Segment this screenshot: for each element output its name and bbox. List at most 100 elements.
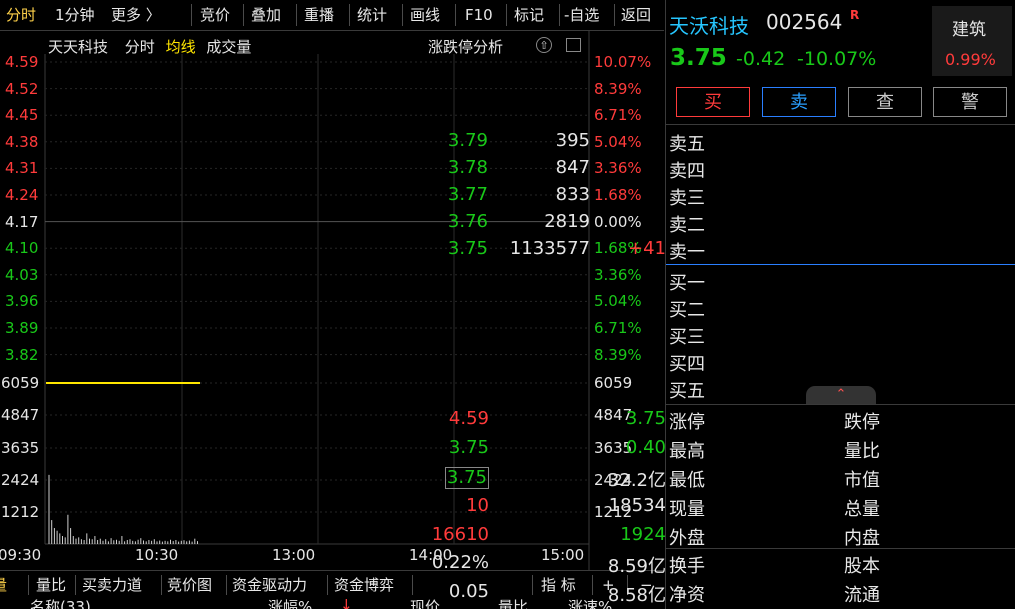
- pct-tick-label: 10.07%: [594, 53, 652, 71]
- volume-tick-label: 4847: [1, 406, 40, 424]
- tab-1min[interactable]: 1分钟: [55, 4, 95, 26]
- stock-name-text: 天沃科技: [669, 14, 749, 38]
- auction-button[interactable]: 竞价: [200, 4, 230, 26]
- stat-value: 10: [466, 495, 489, 516]
- sector-pct: 0.99%: [945, 50, 996, 69]
- pct-tick-label: 3.36%: [594, 265, 642, 284]
- price-tick-label: 4.10: [5, 239, 39, 258]
- stats-button[interactable]: 统计: [357, 4, 387, 26]
- col-speed: 涨速%: [568, 598, 613, 609]
- col-name: 名称(33): [30, 598, 91, 609]
- buy-level-label: 买三: [669, 327, 705, 348]
- buy-level-label: 买五: [669, 381, 705, 402]
- sell-level-volume: 1133577: [509, 238, 590, 259]
- quote-panel: 天沃科技 002564 R 建筑 0.99% 3.75 -0.42 -10.07…: [432, 0, 1015, 609]
- draw-line-button[interactable]: 画线: [410, 4, 440, 26]
- pct-tick-label: 5.04%: [594, 292, 642, 311]
- stat-value: 8.58亿: [607, 585, 666, 606]
- stat-label: 净资: [669, 585, 705, 606]
- volume-tick-label: 6059: [1, 374, 40, 392]
- stat-value: 0.40: [625, 437, 666, 458]
- col-volume-ratio: 量比: [498, 598, 529, 609]
- indicator-button[interactable]: 指 标: [541, 573, 576, 597]
- stat-label: 总量: [844, 499, 880, 520]
- sell-level-price: 3.79: [447, 130, 488, 151]
- volume-tick-label: 3635: [1, 439, 40, 457]
- price-tick-label: 4.24: [5, 186, 39, 204]
- pct-tick-label: 1.68%: [594, 186, 642, 204]
- stat-label: 量比: [844, 441, 880, 462]
- f10-button[interactable]: F10: [465, 4, 493, 26]
- stat-value: 3.75: [444, 467, 489, 489]
- col-price: 现价: [410, 598, 441, 609]
- query-button[interactable]: 查: [848, 87, 922, 117]
- tab-volume-ratio[interactable]: 量比: [36, 573, 66, 597]
- collapse-up-icon[interactable]: ⌃: [806, 386, 876, 404]
- sell-level-change: +41: [628, 238, 666, 259]
- sell-level-label: 卖一: [669, 242, 705, 263]
- overlay-button[interactable]: 叠加: [251, 4, 281, 26]
- tab-auction-chart[interactable]: 竞价图: [167, 573, 212, 597]
- more-label: 更多: [111, 6, 142, 24]
- chart-toolbar: 分时 1分钟 更多 〉 竞价 叠加 重播 统计 画线 F10 标记 -自选 返回: [0, 0, 664, 31]
- chevron-right-icon: 〉: [141, 6, 161, 24]
- intraday-chart[interactable]: [0, 30, 664, 570]
- tab-volume[interactable]: 量: [0, 573, 7, 597]
- price-tick-label: 4.52: [5, 79, 39, 98]
- price-tick-label: 3.96: [5, 292, 39, 311]
- stock-code: 002564: [766, 10, 843, 34]
- tab-fenshi[interactable]: 分时: [6, 4, 36, 26]
- pct-tick-label: 8.39%: [594, 79, 642, 98]
- stat-value: 4.59: [448, 408, 489, 429]
- indicator-tabs: 量 量比 买卖力道 竞价图 资金驱动力 资金博弈 指 标 + −: [0, 570, 664, 599]
- list-header-cut: 名称(33) 涨幅% ↓ 现价 量比 涨速%: [0, 598, 664, 609]
- stat-label: 内盘: [844, 528, 880, 549]
- sector-box[interactable]: 建筑 0.99%: [932, 6, 1012, 76]
- price-tick-label: 4.17: [5, 212, 39, 231]
- pct-tick-label: 6.71%: [594, 319, 642, 337]
- buy-button[interactable]: 买: [676, 87, 750, 117]
- price-tick-label: 4.31: [5, 159, 39, 178]
- time-tick-label: 10:30: [135, 546, 179, 564]
- remove-watchlist-button[interactable]: -自选: [564, 4, 599, 26]
- sell-level-volume: 395: [555, 130, 590, 151]
- price-tick-label: 4.59: [5, 53, 39, 71]
- more-menu[interactable]: 更多 〉: [111, 4, 161, 26]
- sell-level-price: 3.78: [447, 157, 488, 178]
- sell-button[interactable]: 卖: [762, 87, 836, 117]
- stat-label: 换手: [669, 556, 705, 577]
- replay-button[interactable]: 重播: [304, 4, 334, 26]
- sell-level-label: 卖二: [669, 215, 705, 236]
- current-price: 3.75: [670, 45, 727, 71]
- volume-tick-label: 2424: [1, 471, 40, 489]
- price-tick-label: 4.03: [5, 265, 39, 284]
- sell-level-price: 3.76: [447, 211, 488, 232]
- tab-capital-game[interactable]: 资金博弈: [334, 573, 394, 597]
- stat-label: 最低: [669, 470, 705, 491]
- price-tick-label: 3.82: [5, 345, 39, 364]
- pct-tick-label: 3.36%: [594, 159, 642, 178]
- alert-button[interactable]: 警: [933, 87, 1007, 117]
- pct-tick-label: 0.00%: [594, 212, 642, 231]
- pct-tick-label: 6.71%: [594, 106, 642, 125]
- back-button[interactable]: 返回: [621, 4, 651, 26]
- price-tick-label: 4.45: [5, 106, 39, 125]
- tab-buy-sell-force[interactable]: 买卖力道: [82, 573, 142, 597]
- stat-value: 32.2亿: [607, 470, 666, 491]
- stat-label: 外盘: [669, 528, 705, 549]
- stat-value: 1924: [620, 524, 666, 545]
- sell-level-price: 3.75: [447, 238, 488, 259]
- buy-level-label: 买二: [669, 300, 705, 321]
- stat-value: 0.05: [448, 581, 489, 602]
- volume-tick-label: 1212: [1, 503, 40, 521]
- stat-label: 市值: [844, 470, 880, 491]
- pct-tick-label: 5.04%: [594, 132, 642, 151]
- time-tick-label: 13:00: [272, 546, 316, 564]
- stat-label: 股本: [844, 556, 880, 577]
- sell-level-price: 3.77: [447, 184, 488, 205]
- col-change-pct: 涨幅%: [268, 598, 313, 609]
- sell-level-label: 卖五: [669, 134, 705, 155]
- tab-capital-drive[interactable]: 资金驱动力: [232, 573, 307, 597]
- mark-button[interactable]: 标记: [514, 4, 544, 26]
- buy-level-label: 买四: [669, 354, 705, 375]
